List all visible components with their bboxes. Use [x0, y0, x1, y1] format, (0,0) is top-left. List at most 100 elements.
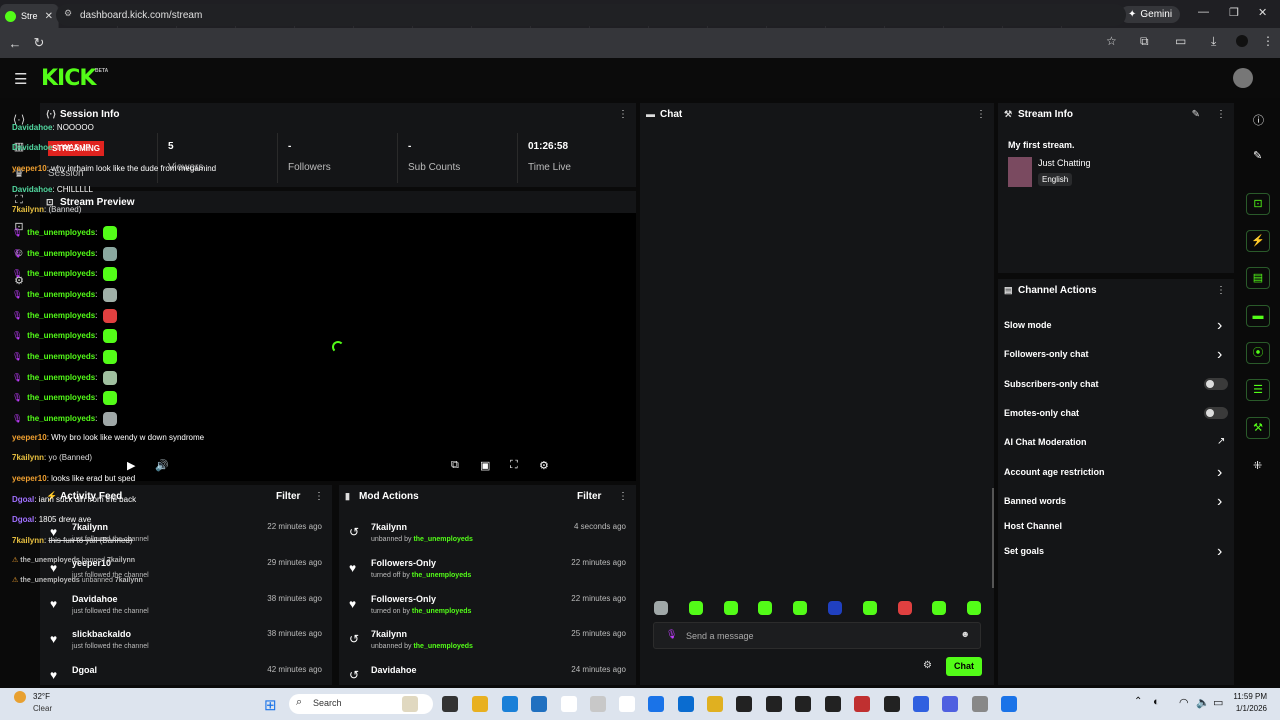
chat-kebab-icon[interactable]: ⋮ [976, 109, 986, 120]
maximize-button[interactable]: ❐ [1229, 6, 1239, 19]
gemini-button[interactable]: ✦ Gemini [1120, 6, 1181, 23]
pip-icon[interactable]: ⧉ [451, 459, 459, 472]
emote-picker-icon[interactable] [723, 601, 738, 615]
channel-action-host-channel[interactable]: Host Channel [1004, 521, 1062, 531]
chevron-right-icon[interactable]: › [1217, 543, 1222, 561]
chat-username[interactable]: the_unemployeds [27, 352, 95, 361]
chat-username[interactable]: Dgoal [12, 495, 34, 504]
apps-icon[interactable]: ⁜ [1253, 459, 1262, 472]
taskbar-app-icon[interactable] [972, 696, 988, 712]
reload-icon[interactable]: ↻ [27, 35, 51, 51]
channel-action-followers-only-chat[interactable]: Followers-only chat [1004, 349, 1089, 359]
channel-action-subscribers-only-chat[interactable]: Subscribers-only chat [1004, 379, 1099, 389]
site-info-icon[interactable]: ⚙ [64, 8, 72, 19]
player-settings-icon[interactable]: ⚙ [539, 459, 549, 472]
chat-username[interactable]: the_unemployeds [27, 311, 95, 320]
chat-bubble-icon[interactable]: ▬ [1246, 305, 1270, 327]
wifi-icon[interactable]: ◠ [1179, 696, 1189, 709]
activity-kebab-icon[interactable]: ⋮ [314, 491, 324, 502]
taskbar-app-icon[interactable] [678, 696, 694, 712]
taskbar-app-icon[interactable] [854, 696, 870, 712]
chat-username[interactable]: the_unemployeds [27, 249, 95, 258]
kick-logo[interactable]: KICK [41, 66, 96, 91]
menu-icon[interactable]: ⋮ [1262, 34, 1274, 48]
taskbar-app-icon[interactable] [766, 696, 782, 712]
mod-kebab-icon[interactable]: ⋮ [618, 491, 628, 502]
taskbar-app-icon[interactable] [825, 696, 841, 712]
browser-tab[interactable]: Stre ✕ [0, 4, 59, 28]
channel-action-set-goals[interactable]: Set goals [1004, 546, 1044, 556]
emote-picker-icon[interactable] [793, 601, 808, 615]
taskbar-app-icon[interactable] [531, 696, 547, 712]
hamburger-icon[interactable]: ☰ [14, 70, 27, 88]
wrench-icon[interactable]: ⚒ [1246, 417, 1270, 439]
taskbar-app-icon[interactable] [402, 696, 418, 712]
chevron-right-icon[interactable]: › [1217, 464, 1222, 482]
channel-action-slow-mode[interactable]: Slow mode [1004, 320, 1052, 330]
stream-info-kebab-icon[interactable]: ⋮ [1216, 109, 1226, 120]
url-field[interactable]: ⚙ dashboard.kick.com/stream [56, 4, 1126, 26]
volume-icon[interactable]: 🔊 [155, 459, 169, 472]
lightning-icon[interactable]: ⚡ [1246, 230, 1270, 252]
channel-action-banned-words[interactable]: Banned words [1004, 496, 1066, 506]
emote-picker-icon[interactable] [862, 601, 877, 615]
battery-icon[interactable]: ▭ [1213, 696, 1223, 709]
taskbar-app-icon[interactable] [795, 696, 811, 712]
chat-username[interactable]: 7kailynn [12, 453, 44, 462]
taskbar-app-icon[interactable] [442, 696, 458, 712]
fullscreen-icon[interactable]: ⛶ [510, 459, 518, 472]
chat-input[interactable]: 🎙 Send a message ☻ [653, 622, 981, 649]
channel-actions-kebab-icon[interactable]: ⋮ [1216, 285, 1226, 296]
bookmark-star-icon[interactable]: ☆ [1106, 34, 1117, 48]
event-actor[interactable]: the_unemployeds [20, 577, 80, 584]
chat-username[interactable]: 7kailynn [12, 536, 44, 545]
layout-icon[interactable]: ☰ [1246, 379, 1270, 401]
chat-username[interactable]: Davidahoe [12, 143, 52, 152]
emote-picker-icon[interactable] [932, 601, 947, 615]
emote-picker-icon[interactable] [688, 601, 703, 615]
chat-username[interactable]: the_unemployeds [27, 228, 95, 237]
chat-username[interactable]: yeeper10 [12, 433, 47, 442]
user-avatar[interactable] [1233, 68, 1253, 88]
emote-picker-icon[interactable] [897, 601, 912, 615]
taskbar-app-icon[interactable] [884, 696, 900, 712]
event-target[interactable]: 7kailynn [107, 557, 135, 564]
emote-picker-icon[interactable] [654, 601, 668, 615]
external-link-icon[interactable]: ↗ [1217, 436, 1225, 447]
taskbar-app-icon[interactable] [648, 696, 664, 712]
focus-icon[interactable]: ⊡ [1246, 193, 1270, 215]
chat-username[interactable]: the_unemployeds [27, 414, 95, 423]
profile-icon[interactable] [1236, 35, 1248, 47]
info-icon[interactable]: ⓘ [1253, 112, 1264, 128]
emote-picker-icon[interactable] [758, 601, 773, 615]
clock-time[interactable]: 11:59 PM [1233, 692, 1267, 701]
taskbar-app-icon[interactable] [619, 696, 635, 712]
taskbar-app-icon[interactable] [472, 696, 488, 712]
taskbar-app-icon[interactable] [736, 696, 752, 712]
taskbar-app-icon[interactable] [1001, 696, 1017, 712]
channel-action-ai-chat-moderation[interactable]: AI Chat Moderation [1004, 437, 1087, 447]
taskbar-app-icon[interactable] [561, 696, 577, 712]
chevron-right-icon[interactable]: › [1217, 346, 1222, 364]
chat-username[interactable]: Davidahoe [12, 185, 52, 194]
taskbar-app-icon[interactable] [590, 696, 606, 712]
tray-chevron-icon[interactable]: ⌃ [1134, 696, 1142, 707]
chat-username[interactable]: the_unemployeds [27, 373, 95, 382]
extensions-icon[interactable]: ⧉ [1140, 34, 1149, 49]
back-icon[interactable]: ← [3, 36, 27, 51]
tab-close-icon[interactable]: ✕ [45, 11, 53, 22]
emote-picker-icon[interactable] [828, 601, 842, 615]
event-actor[interactable]: the_unemployeds [20, 557, 80, 564]
chat-username[interactable]: 7kailynn [12, 205, 44, 214]
edit-stream-icon[interactable]: ✎ [1192, 109, 1200, 120]
chat-username[interactable]: the_unemployeds [27, 290, 95, 299]
broadcast-icon[interactable]: ⦿ [1246, 342, 1270, 364]
chat-username[interactable]: Dgoal [12, 515, 34, 524]
clock-date[interactable]: 1/1/2026 [1233, 704, 1267, 713]
chevron-right-icon[interactable]: › [1217, 317, 1222, 335]
close-window-button[interactable]: ✕ [1258, 6, 1267, 19]
taskbar-app-icon[interactable] [707, 696, 723, 712]
taskbar-app-icon[interactable] [942, 696, 958, 712]
document-icon[interactable]: ▤ [1246, 267, 1270, 289]
weather-temp[interactable]: 32°F [33, 692, 50, 701]
